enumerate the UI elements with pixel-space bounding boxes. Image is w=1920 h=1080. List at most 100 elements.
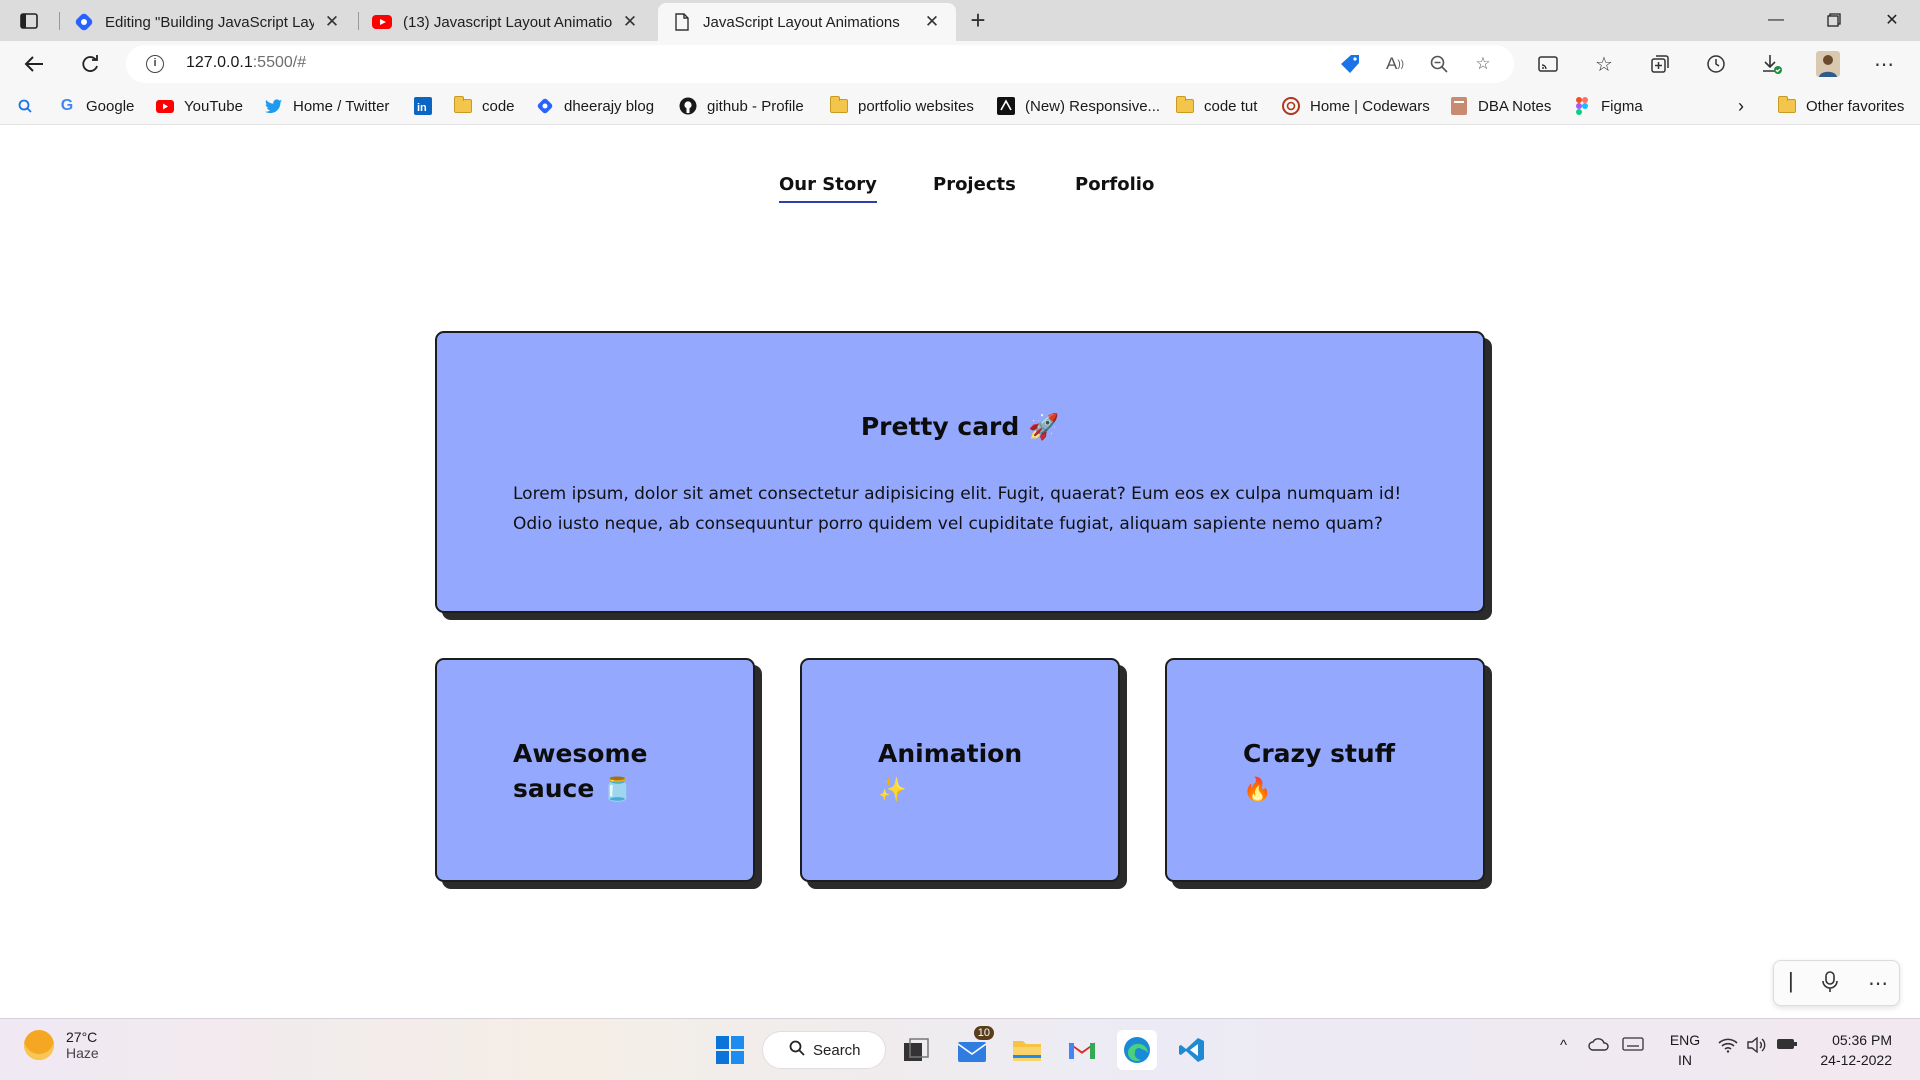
favorite-label: Figma — [1601, 97, 1643, 115]
onedrive-icon[interactable] — [1588, 1037, 1610, 1055]
new-tab-button[interactable]: + — [964, 7, 992, 35]
mail-icon[interactable]: 10 — [952, 1026, 994, 1070]
tab-title: JavaScript Layout Animations — [703, 13, 900, 31]
refresh-icon[interactable] — [74, 48, 106, 80]
site-info-icon[interactable]: i — [146, 55, 164, 73]
favorites-overflow-icon[interactable]: › — [1738, 95, 1744, 117]
wifi-icon[interactable] — [1718, 1037, 1738, 1057]
svg-text:in: in — [417, 102, 427, 114]
search-icon — [789, 1040, 805, 1060]
tab-actions-icon[interactable] — [12, 8, 46, 34]
tab-active[interactable]: JavaScript Layout Animations ✕ — [658, 3, 956, 41]
nav-portfolio[interactable]: Porfolio — [1075, 174, 1154, 201]
search-label: Search — [813, 1041, 861, 1059]
favorites-bar: G Google YouTube Home / Twitter in code … — [0, 87, 1920, 125]
vscode-icon[interactable] — [1172, 1030, 1212, 1070]
taskbar-search[interactable]: Search — [762, 1031, 886, 1069]
card-crazy-stuff[interactable]: Crazy stuff 🔥 — [1165, 658, 1485, 882]
more-options-icon[interactable]: ⋯ — [1868, 971, 1888, 996]
favorite-label: github - Profile — [707, 97, 804, 115]
cast-icon[interactable] — [1532, 48, 1564, 80]
downloads-icon[interactable] — [1756, 48, 1788, 80]
sparkles-icon: ✨ — [878, 777, 907, 803]
favorite-code-tut-folder[interactable]: code tut — [1176, 95, 1257, 117]
file-explorer-icon[interactable] — [1007, 1030, 1047, 1070]
favorite-responsive[interactable]: (New) Responsive... — [997, 95, 1160, 117]
favorite-google[interactable]: G Google — [58, 95, 135, 117]
drag-handle[interactable]: | — [1788, 968, 1794, 994]
start-icon[interactable] — [710, 1030, 750, 1070]
volume-icon[interactable] — [1746, 1036, 1766, 1057]
card-animation[interactable]: Animation ✨ — [800, 658, 1120, 882]
hashnode-icon — [74, 12, 94, 32]
close-window-icon[interactable]: ✕ — [1864, 0, 1920, 40]
edge-browser-icon[interactable] — [1117, 1030, 1157, 1070]
add-favorite-icon[interactable]: ☆ — [1470, 51, 1496, 77]
pretty-card[interactable]: Pretty card 🚀 Lorem ipsum, dolor sit ame… — [435, 331, 1485, 613]
jar-icon: 🫙 — [603, 777, 632, 803]
favorite-codewars[interactable]: Home | Codewars — [1282, 95, 1430, 117]
close-tab-icon[interactable]: ✕ — [322, 12, 342, 32]
favorite-label: portfolio websites — [858, 97, 974, 115]
language-indicator[interactable]: ENG IN — [1668, 1030, 1702, 1070]
card-title-text: Animation — [878, 739, 1023, 768]
favorite-dheerajy-blog[interactable]: dheerajy blog — [536, 95, 654, 117]
battery-icon[interactable] — [1776, 1037, 1798, 1055]
close-tab-icon[interactable]: ✕ — [922, 12, 942, 32]
figma-icon — [1573, 97, 1591, 115]
minimize-icon[interactable]: — — [1748, 0, 1804, 40]
tab-editing[interactable]: Editing "Building JavaScript Layo ✕ — [60, 3, 356, 41]
address-url[interactable]: 127.0.0.1:5500/# — [186, 54, 306, 72]
nav-projects[interactable]: Projects — [933, 174, 1016, 201]
voice-typing-widget: | ⋯ — [1773, 960, 1900, 1006]
keyboard-icon[interactable] — [1622, 1037, 1644, 1055]
tab-youtube[interactable]: (13) Javascript Layout Animation ✕ — [358, 3, 654, 41]
collections-icon[interactable] — [1644, 48, 1676, 80]
favorite-code-folder[interactable]: code — [454, 95, 515, 117]
card-title-text: Crazy stuff — [1243, 739, 1395, 768]
favorite-label: (New) Responsive... — [1025, 97, 1161, 115]
task-view-icon[interactable] — [896, 1030, 936, 1070]
address-bar[interactable]: i 127.0.0.1:5500/# A)) ☆ — [126, 45, 1514, 83]
page-icon — [672, 12, 692, 32]
other-favorites[interactable]: Other favorites — [1778, 95, 1904, 117]
microphone-icon[interactable] — [1822, 971, 1838, 999]
other-favorites-label: Other favorites — [1806, 97, 1905, 115]
codepen-icon — [997, 97, 1015, 115]
clock-time: 05:36 PM — [1832, 1032, 1892, 1048]
url-host: 127.0.0.1 — [186, 54, 253, 71]
history-icon[interactable] — [1700, 48, 1732, 80]
tab-title: (13) Javascript Layout Animation — [403, 13, 612, 31]
favorite-linkedin[interactable]: in — [414, 95, 442, 117]
favorite-youtube[interactable]: YouTube — [156, 95, 243, 117]
back-icon[interactable] — [18, 48, 50, 80]
favorites-icon[interactable]: ☆ — [1588, 48, 1620, 80]
search-icon[interactable] — [18, 95, 32, 117]
read-aloud-icon[interactable]: A)) — [1382, 51, 1408, 77]
nav-our-story[interactable]: Our Story — [779, 174, 877, 203]
taskbar-clock[interactable]: 05:36 PM 24-12-2022 — [1812, 1030, 1892, 1070]
url-path: :5500/# — [252, 54, 307, 71]
fire-icon: 🔥 — [1243, 777, 1272, 803]
favorite-portfolio-folder[interactable]: portfolio websites — [830, 95, 974, 117]
favorite-github[interactable]: github - Profile — [679, 95, 804, 117]
restore-icon[interactable] — [1806, 0, 1862, 40]
folder-icon — [454, 96, 472, 115]
profile-avatar[interactable] — [1812, 48, 1844, 80]
weather-temp: 27°C — [66, 1029, 98, 1045]
favorite-label: code tut — [1204, 97, 1258, 115]
page-nav: Our Story Projects Porfolio — [0, 174, 1920, 214]
gmail-icon[interactable] — [1062, 1030, 1102, 1070]
card-title: Awesome sauce 🫙 — [513, 736, 693, 808]
youtube-icon — [156, 97, 174, 115]
favorite-dba-notes[interactable]: DBA Notes — [1450, 95, 1551, 117]
favorite-twitter[interactable]: Home / Twitter — [265, 95, 389, 117]
close-tab-icon[interactable]: ✕ — [620, 12, 640, 32]
tag-icon[interactable] — [1338, 51, 1364, 77]
show-hidden-icons[interactable]: ^ — [1560, 1037, 1567, 1054]
more-menu-icon[interactable]: ⋯ — [1868, 48, 1900, 80]
card-awesome-sauce[interactable]: Awesome sauce 🫙 — [435, 658, 755, 882]
zoom-out-icon[interactable] — [1426, 51, 1452, 77]
favorite-figma[interactable]: Figma — [1573, 95, 1643, 117]
weather-widget[interactable]: 27°C Haze — [24, 1029, 99, 1061]
